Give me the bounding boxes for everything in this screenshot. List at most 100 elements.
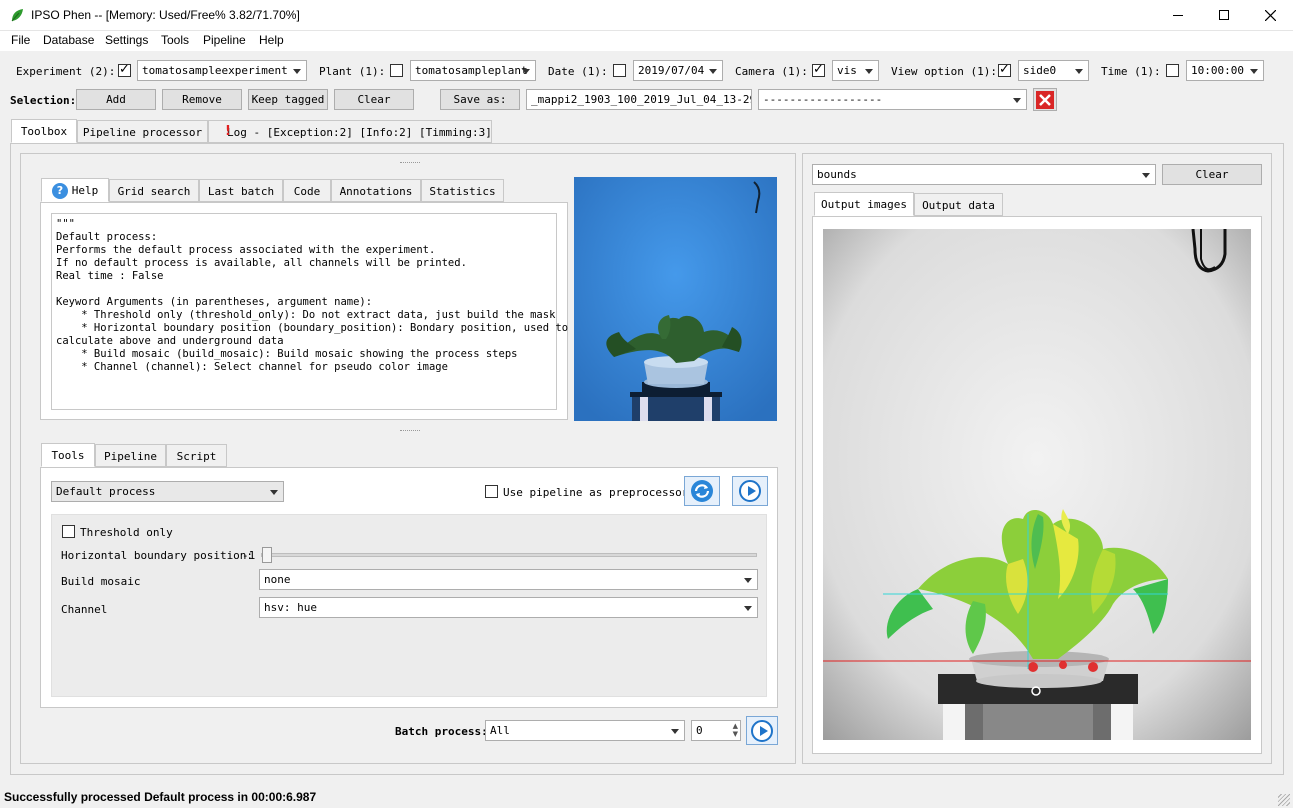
splitter-handle[interactable] — [400, 162, 420, 165]
maximize-icon — [1219, 10, 1229, 20]
boundary-slider-handle[interactable] — [262, 547, 272, 563]
help-icon: ? — [52, 183, 68, 199]
tab-script[interactable]: Script — [166, 444, 227, 467]
use-pipeline-checkbox[interactable] — [485, 485, 498, 498]
help-text-area[interactable]: """ Default process: Performs the defaul… — [51, 213, 568, 410]
batch-combo[interactable]: All — [485, 720, 685, 741]
close-icon — [1264, 9, 1276, 21]
chevron-down-icon — [671, 729, 679, 734]
tab-statistics[interactable]: Statistics — [421, 179, 504, 202]
menu-tools[interactable]: Tools — [161, 33, 189, 47]
boundary-value: -1 — [242, 549, 256, 562]
chevron-down-icon — [1075, 69, 1083, 74]
camera-label: Camera (1): — [735, 65, 808, 78]
mosaic-combo[interactable]: none — [259, 569, 758, 590]
chevron-down-icon — [744, 606, 752, 611]
preview-image — [574, 177, 777, 421]
tool-select[interactable]: Default process — [51, 481, 284, 502]
view-option-checkbox[interactable] — [998, 62, 1011, 77]
date-label: Date (1): — [548, 65, 608, 78]
keep-tagged-button[interactable]: Keep tagged — [248, 89, 328, 110]
camera-checkbox[interactable] — [812, 62, 825, 77]
chevron-down-icon — [270, 490, 278, 495]
tab-annotations[interactable]: Annotations — [331, 179, 421, 202]
time-label: Time (1): — [1101, 65, 1161, 78]
resize-grip-icon[interactable] — [1278, 794, 1290, 806]
plant-checkbox[interactable] — [390, 64, 403, 77]
tab-log[interactable]: ! Log - [Exception:2] [Info:2] [Timming:… — [208, 120, 492, 143]
splitter-handle-2[interactable] — [400, 430, 420, 433]
date-combo[interactable]: 2019/07/04 — [633, 60, 723, 81]
menu-help[interactable]: Help — [259, 33, 284, 47]
date-checkbox[interactable] — [613, 64, 626, 77]
chevron-down-icon — [865, 69, 873, 74]
experiment-checkbox[interactable] — [118, 62, 131, 77]
view-option-label: View option (1): — [891, 65, 997, 78]
menu-bar — [0, 31, 1293, 51]
boundary-slider-track[interactable] — [261, 553, 757, 557]
tab-grid-search[interactable]: Grid search — [109, 179, 199, 202]
tab-toolbox[interactable]: Toolbox — [11, 119, 77, 143]
clear-selection-button[interactable]: Clear — [334, 89, 414, 110]
add-button[interactable]: Add — [76, 89, 156, 110]
chevron-down-icon — [522, 69, 530, 74]
threshold-only-checkbox[interactable] — [62, 525, 75, 538]
maximize-button[interactable] — [1201, 0, 1247, 30]
experiment-combo[interactable]: tomatosampleexperiment — [137, 60, 307, 81]
saved-selection-combo[interactable]: ------------------ — [758, 89, 1027, 110]
red-x-icon — [1036, 90, 1054, 109]
channel-label: Channel — [61, 603, 108, 616]
play-icon — [751, 719, 773, 742]
refresh-icon — [691, 480, 713, 502]
batch-count-spinner[interactable]: 0 ▲ ▼ — [691, 720, 741, 741]
play-icon — [739, 480, 761, 502]
reset-tool-button[interactable] — [684, 476, 720, 506]
chevron-down-icon — [709, 69, 717, 74]
plant-combo[interactable]: tomatosampleplant — [410, 60, 536, 81]
experiment-label: Experiment (2): — [16, 65, 116, 78]
clear-output-button[interactable]: Clear — [1162, 164, 1262, 185]
time-checkbox[interactable] — [1166, 64, 1179, 77]
run-tool-button[interactable] — [732, 476, 768, 506]
minimize-icon — [1173, 14, 1183, 16]
tab-pipeline-processor[interactable]: Pipeline processor — [77, 120, 208, 143]
remove-button[interactable]: Remove — [162, 89, 242, 110]
use-pipeline-label: Use pipeline as preprocessor — [503, 486, 689, 499]
chevron-down-icon — [1250, 69, 1258, 74]
menu-database[interactable]: Database — [43, 33, 94, 47]
close-window-button[interactable] — [1247, 0, 1293, 30]
save-as-button[interactable]: Save as: — [440, 89, 520, 110]
run-batch-button[interactable] — [746, 716, 778, 745]
chevron-down-icon — [1013, 98, 1021, 103]
window-title: IPSO Phen -- [Memory: Used/Free% 3.82/71… — [31, 8, 300, 22]
leaf-icon — [11, 9, 23, 22]
minimize-button[interactable] — [1155, 0, 1201, 30]
chevron-down-icon — [293, 69, 301, 74]
output-select[interactable]: bounds — [812, 164, 1156, 185]
exclamation-icon: ! — [225, 124, 231, 139]
threshold-only-label: Threshold only — [80, 526, 173, 539]
tab-last-batch[interactable]: Last batch — [199, 179, 283, 202]
time-combo[interactable]: 10:00:00 — [1186, 60, 1264, 81]
tab-code[interactable]: Code — [283, 179, 331, 202]
boundary-label: Horizontal boundary position: — [61, 549, 254, 562]
tab-output-data[interactable]: Output data — [914, 193, 1003, 216]
spinner-arrows-icon[interactable]: ▲ ▼ — [733, 722, 738, 738]
chevron-down-icon — [1142, 173, 1150, 178]
title-bar: IPSO Phen -- [Memory: Used/Free% 3.82/71… — [0, 0, 1293, 31]
status-text: Successfully processed Default process i… — [4, 790, 317, 804]
tab-help[interactable]: ? Help — [41, 178, 109, 202]
camera-combo[interactable]: vis — [832, 60, 879, 81]
menu-file[interactable]: File — [11, 33, 30, 47]
menu-settings[interactable]: Settings — [105, 33, 148, 47]
tab-output-images[interactable]: Output images — [814, 192, 914, 216]
delete-selection-button[interactable] — [1033, 88, 1057, 111]
tab-pipeline[interactable]: Pipeline — [95, 444, 166, 467]
menu-pipeline[interactable]: Pipeline — [203, 33, 246, 47]
chevron-down-icon — [744, 578, 752, 583]
channel-combo[interactable]: hsv: hue — [259, 597, 758, 618]
view-option-combo[interactable]: side0 — [1018, 60, 1089, 81]
tab-tools[interactable]: Tools — [41, 443, 95, 467]
save-name-input[interactable]: _mappi2_1903_100_2019_Jul_04_13-29-25 — [526, 89, 752, 110]
selection-label: Selection: — [10, 94, 77, 107]
